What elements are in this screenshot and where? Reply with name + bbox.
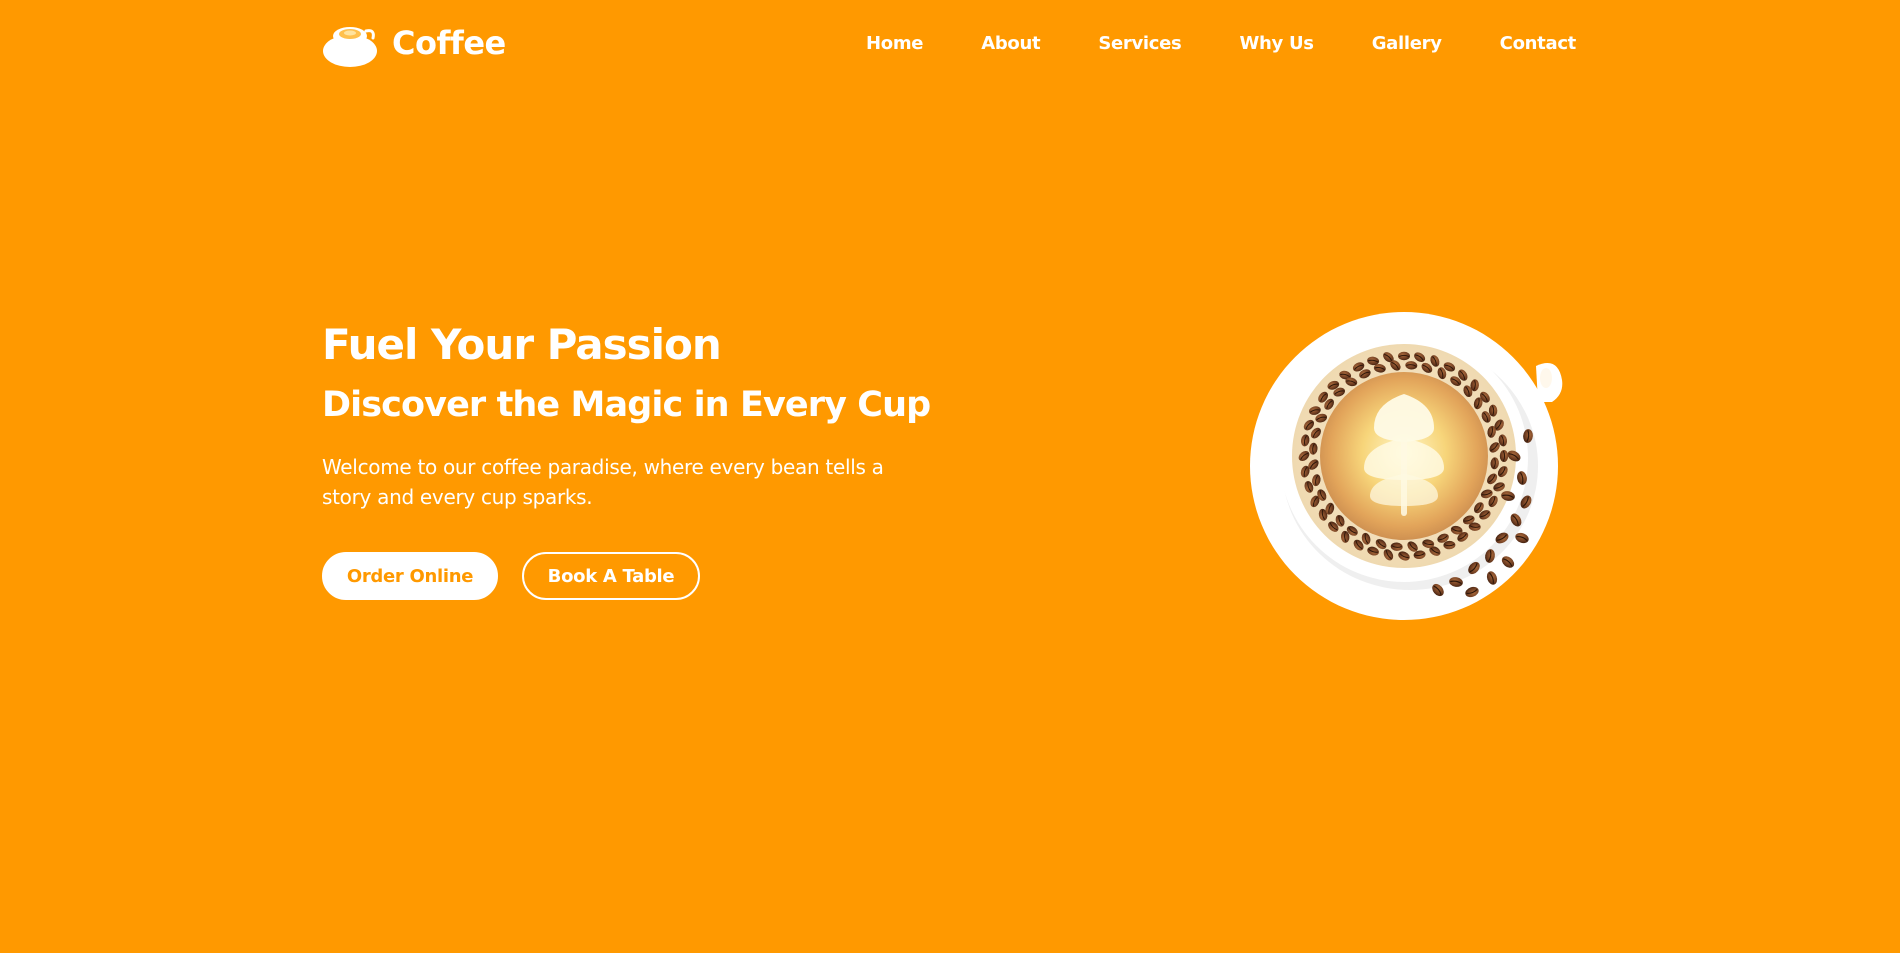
nav-home[interactable]: Home	[866, 33, 924, 54]
nav-why-us[interactable]: Why Us	[1239, 33, 1314, 54]
order-online-button[interactable]: Order Online	[322, 552, 498, 601]
hero-section: Fuel Your Passion Discover the Magic in …	[322, 320, 1002, 601]
nav-contact[interactable]: Contact	[1500, 33, 1577, 54]
coffee-bean-icon	[1499, 449, 1509, 463]
latte-cup-with-coffee-beans-icon	[1250, 312, 1563, 620]
nav-services[interactable]: Services	[1098, 33, 1181, 54]
hero-subtitle: Discover the Magic in Every Cup	[322, 385, 931, 426]
book-a-table-button[interactable]: Book A Table	[522, 552, 700, 601]
nav-about[interactable]: About	[981, 33, 1040, 54]
latte-cup-image	[1246, 306, 1566, 622]
brand-name: Coffee	[392, 24, 506, 62]
landing-page: Coffee Home About Services Why Us Galler…	[0, 0, 1900, 953]
brand-logo-link[interactable]: Coffee	[322, 18, 506, 68]
coffee-cup-logo-icon	[323, 27, 377, 67]
hero-title: Fuel Your Passion	[322, 320, 722, 369]
main-navigation: Home About Services Why Us Gallery Conta…	[866, 33, 1576, 54]
coffee-bean-icon	[1397, 351, 1411, 361]
site-header: Coffee Home About Services Why Us Galler…	[322, 14, 1578, 72]
hero-actions: Order Online Book A Table	[322, 552, 1002, 601]
hero-description: Welcome to our coffee paradise, where ev…	[322, 455, 884, 510]
nav-gallery[interactable]: Gallery	[1372, 33, 1442, 54]
